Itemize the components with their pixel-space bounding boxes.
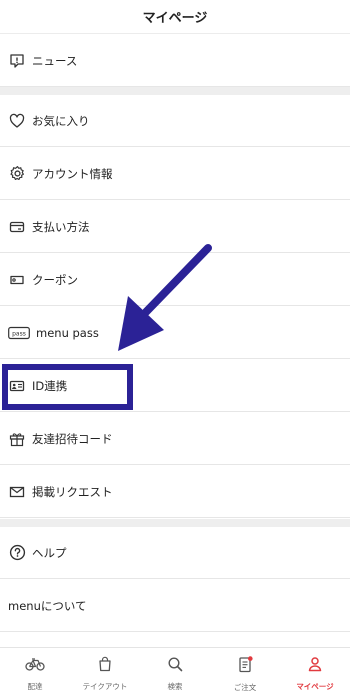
bottom-tab-bar: 配達 テイクアウト 検索 ご注文 マイページ [0, 647, 350, 700]
pass-badge-text: pass [12, 330, 26, 337]
tab-label: 配達 [27, 682, 43, 691]
gear-icon [8, 165, 26, 183]
menu-item-label: 掲載リクエスト [32, 484, 113, 499]
tab-label: ご注文 [233, 682, 257, 692]
menu-item-label: お気に入り [32, 113, 90, 128]
tab-orders[interactable]: ご注文 [210, 648, 280, 700]
menu-item-news[interactable]: ニュース [0, 35, 350, 87]
shopping-bag-icon [97, 656, 113, 676]
user-icon [307, 656, 323, 676]
mail-icon [8, 483, 26, 501]
menu-item-label: menuについて [8, 598, 87, 613]
news-alert-icon [8, 52, 26, 70]
menu-item-coupon[interactable]: クーポン [0, 254, 350, 306]
id-card-icon [8, 377, 26, 395]
menu-item-label: ID連携 [32, 378, 68, 393]
menu-item-account[interactable]: アカウント情報 [0, 148, 350, 200]
tab-label: 検索 [167, 682, 183, 691]
menu-item-label: クーポン [32, 272, 78, 287]
menu-item-menu-pass[interactable]: pass menu pass [0, 307, 350, 359]
menu-item-request[interactable]: 掲載リクエスト [0, 466, 350, 518]
tab-search[interactable]: 検索 [140, 648, 210, 700]
menu-item-invite[interactable]: 友達招待コード [0, 413, 350, 465]
menu-item-about[interactable]: menuについて [0, 580, 350, 632]
menu-item-help[interactable]: ヘルプ [0, 527, 350, 579]
page-header: マイページ [0, 0, 350, 34]
menu-item-label: 友達招待コード [32, 431, 113, 446]
menu-item-label: ニュース [32, 53, 78, 68]
pass-ticket-icon: pass [8, 324, 30, 342]
menu-item-label: ヘルプ [32, 545, 67, 560]
bicycle-icon [25, 656, 45, 676]
tab-label: マイページ [296, 682, 334, 691]
search-icon [167, 656, 183, 676]
gift-icon [8, 430, 26, 448]
credit-card-icon [8, 218, 26, 236]
tab-takeout[interactable]: テイクアウト [70, 648, 140, 700]
page-title: マイページ [142, 11, 208, 26]
menu-item-favorites[interactable]: お気に入り [0, 95, 350, 147]
heart-icon [8, 112, 26, 130]
receipt-icon [237, 655, 253, 677]
section-separator [0, 87, 350, 95]
help-question-icon [8, 544, 26, 562]
menu-item-id-link[interactable]: ID連携 [0, 360, 350, 412]
menu-item-label: menu pass [36, 325, 99, 340]
tab-mypage[interactable]: マイページ [280, 648, 350, 700]
coupon-tag-icon [8, 271, 26, 289]
tab-label: テイクアウト [82, 682, 128, 691]
menu-item-payment[interactable]: 支払い方法 [0, 201, 350, 253]
tab-delivery[interactable]: 配達 [0, 648, 70, 700]
menu-item-label: 支払い方法 [32, 219, 90, 234]
section-separator [0, 519, 350, 527]
menu-item-label: アカウント情報 [32, 166, 113, 181]
